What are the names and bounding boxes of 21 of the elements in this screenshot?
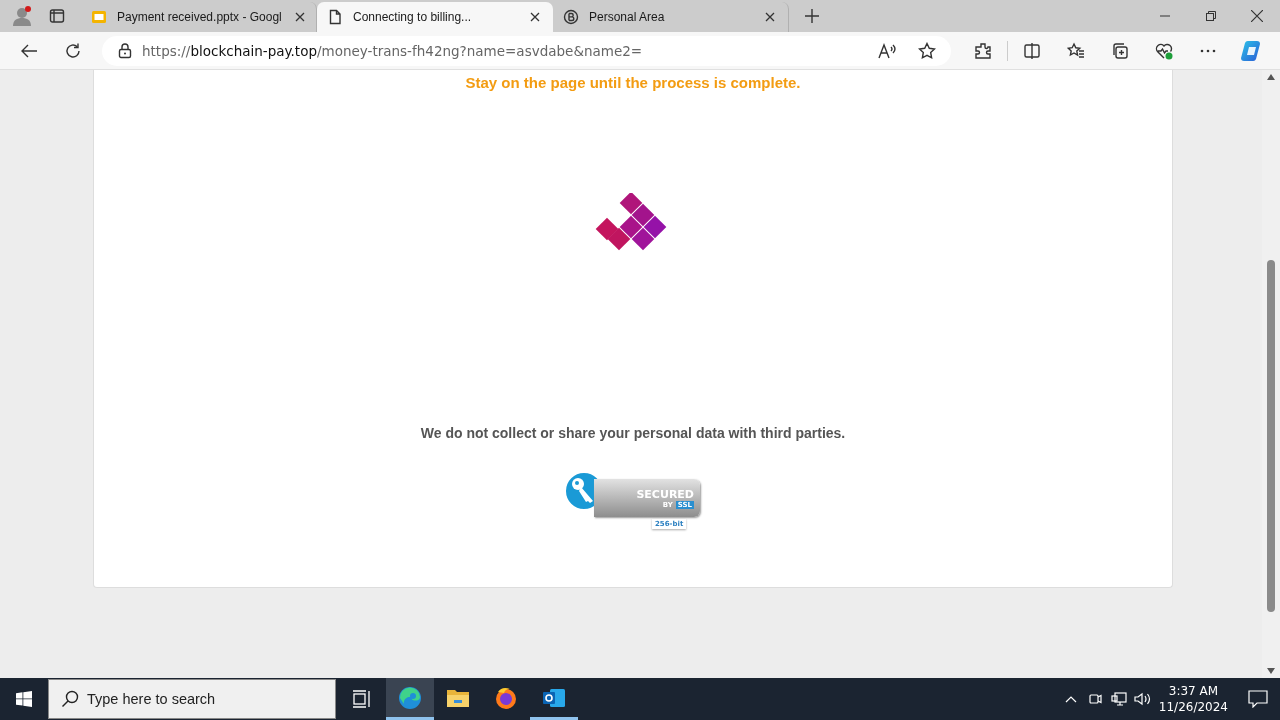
tab-title: Personal Area bbox=[589, 10, 666, 24]
search-icon bbox=[61, 690, 79, 708]
scroll-up-icon[interactable] bbox=[1267, 74, 1275, 80]
taskbar-browser-icon[interactable] bbox=[386, 678, 434, 720]
url-text: https://blockchain-pay.top/money-trans-fh42ng?name=asvdabe&name2= bbox=[142, 42, 643, 59]
search-input[interactable]: Type here to search bbox=[87, 691, 335, 707]
address-bar[interactable]: https://blockchain-pay.top/money-trans-fh42ng?name=asvdabe&name2= bbox=[102, 35, 951, 66]
tab-favicon-icon bbox=[91, 9, 107, 25]
tab-favicon-icon bbox=[327, 9, 343, 25]
lock-icon bbox=[118, 42, 132, 59]
tab-title: Connecting to billing... bbox=[353, 10, 473, 24]
seal-title: SECURED bbox=[636, 487, 694, 501]
browser-tab[interactable]: Connecting to billing... bbox=[317, 2, 553, 32]
status-notice: Stay on the page until the process is complete. bbox=[465, 74, 801, 91]
taskbar-search-field[interactable]: Type here to search bbox=[48, 679, 336, 719]
tab-title: Payment received.pptx - Googl bbox=[117, 10, 282, 24]
scroll-down-icon[interactable] bbox=[1267, 668, 1275, 674]
clock-date[interactable]: 11/26/2024 bbox=[1158, 699, 1228, 715]
tab-favicon-icon bbox=[563, 9, 579, 25]
privacy-statement: We do not collect or share your personal data with third parties. bbox=[420, 425, 846, 441]
clock-time[interactable]: 3:37 AM bbox=[1168, 683, 1219, 699]
